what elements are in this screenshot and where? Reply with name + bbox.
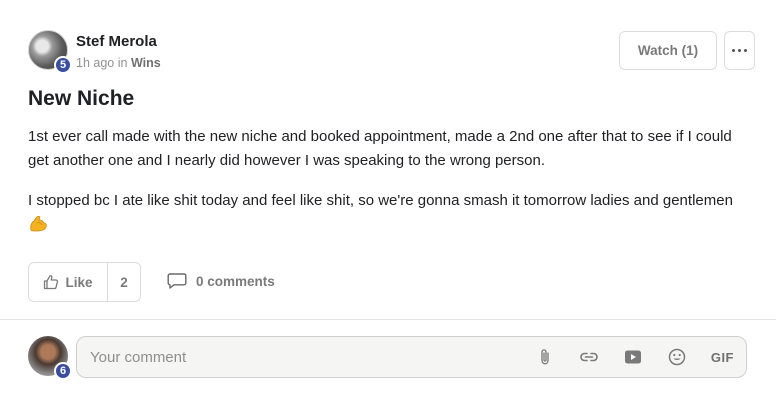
link-icon (580, 352, 598, 362)
post-card: 5 Stef Merola 1h ago in Wins Watch (1) N… (0, 0, 776, 320)
comment-input[interactable] (90, 348, 535, 366)
flexed-biceps-emoji-icon (30, 215, 47, 232)
attach-button[interactable] (535, 347, 555, 367)
comments-label: 0 comments (196, 273, 275, 289)
more-dots-icon (731, 48, 748, 53)
like-group: Like 2 (28, 262, 141, 302)
more-options-button[interactable] (724, 31, 755, 70)
emoji-button[interactable] (667, 347, 687, 367)
current-user-level-badge: 6 (54, 362, 72, 380)
watch-button-label: Watch (1) (637, 43, 699, 58)
comments-link[interactable]: 0 comments (167, 272, 275, 290)
like-count[interactable]: 2 (108, 263, 140, 301)
post-title: New Niche (28, 87, 135, 110)
thumbs-up-icon (44, 275, 59, 290)
watch-button[interactable]: Watch (1) (619, 31, 717, 70)
post-body: 1st ever call made with the new niche an… (28, 125, 743, 253)
like-button[interactable]: Like (29, 263, 108, 301)
video-icon (624, 350, 641, 364)
comment-tools: GIF (535, 347, 734, 367)
author-avatar[interactable]: 5 (28, 30, 72, 74)
post-paragraph: I stopped bc I ate like shit today and f… (28, 189, 743, 237)
video-button[interactable] (623, 347, 643, 367)
paperclip-icon (541, 349, 549, 365)
link-button[interactable] (579, 347, 599, 367)
current-user-avatar[interactable]: 6 (28, 336, 72, 380)
author-level-badge: 5 (54, 56, 72, 74)
post-meta: 1h ago in Wins (76, 56, 161, 70)
emoji-icon (668, 348, 686, 366)
like-label: Like (65, 274, 93, 290)
comment-bubble-icon (167, 273, 187, 289)
post-meta-in: in (117, 56, 128, 70)
gif-button[interactable]: GIF (711, 347, 734, 367)
post-time[interactable]: 1h ago (76, 56, 114, 70)
post-category[interactable]: Wins (131, 56, 161, 70)
author-name[interactable]: Stef Merola (76, 33, 157, 50)
comment-composer: GIF (76, 336, 747, 378)
divider (0, 319, 776, 320)
post-paragraph: 1st ever call made with the new niche an… (28, 128, 732, 169)
